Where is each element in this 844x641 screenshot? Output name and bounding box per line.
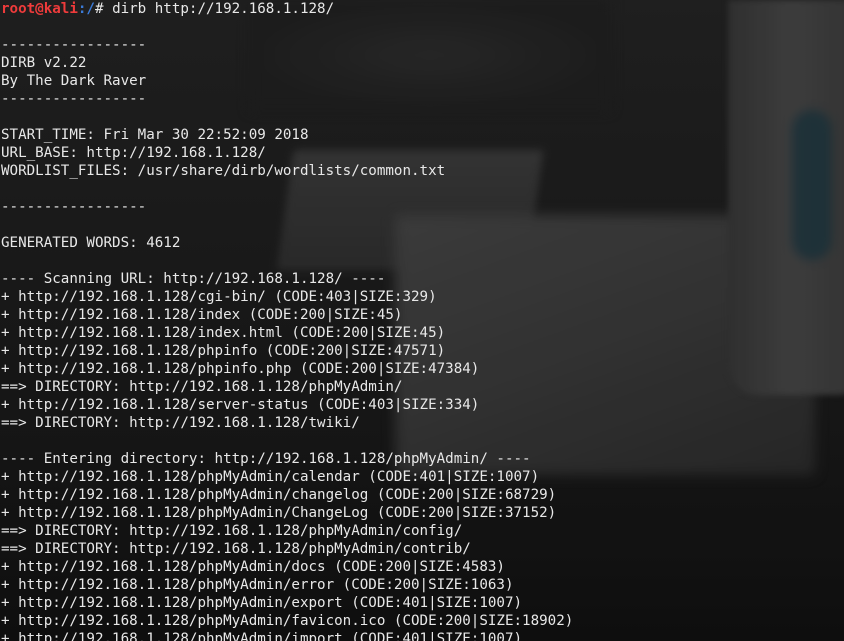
prompt-hash: # [94,1,113,17]
output-line: + http://192.168.1.128/index (CODE:200|S… [1,307,403,323]
output-line: ==> DIRECTORY: http://192.168.1.128/phpM… [1,379,403,395]
output-line: START_TIME: Fri Mar 30 22:52:09 2018 [1,127,309,143]
prompt-command: dirb http://192.168.1.128/ [112,1,335,17]
output-line: + http://192.168.1.128/phpMyAdmin/export… [1,595,523,611]
output-line: ----------------- [1,199,147,215]
output-line: URL_BASE: http://192.168.1.128/ [1,145,266,161]
output-line: + http://192.168.1.128/phpMyAdmin/import… [1,631,523,641]
output-line: ----------------- [1,91,147,107]
prompt-path: :/ [77,1,95,17]
output-line: ==> DIRECTORY: http://192.168.1.128/phpM… [1,523,463,539]
output-line: + http://192.168.1.128/phpMyAdmin/calend… [1,469,540,485]
output-line: + http://192.168.1.128/phpMyAdmin/error … [1,577,514,593]
output-line: + http://192.168.1.128/index.html (CODE:… [1,325,446,341]
output-line: + http://192.168.1.128/phpinfo.php (CODE… [1,361,480,377]
output-line: ---- Scanning URL: http://192.168.1.128/… [1,271,386,287]
output-line: + http://192.168.1.128/phpinfo (CODE:200… [1,343,446,359]
output-line: + http://192.168.1.128/phpMyAdmin/Change… [1,505,557,521]
output-line: + http://192.168.1.128/phpMyAdmin/favico… [1,613,574,629]
output-line: ---- Entering directory: http://192.168.… [1,451,531,467]
output-line: GENERATED WORDS: 4612 [1,235,181,251]
output-line: + http://192.168.1.128/server-status (CO… [1,397,480,413]
terminal-window[interactable]: root@kali:/# dirb http://192.168.1.128/ … [0,0,844,641]
output-line: ==> DIRECTORY: http://192.168.1.128/phpM… [1,541,471,557]
output-line: ----------------- [1,37,147,53]
prompt-user-host: root@kali [1,1,78,17]
output-line: ==> DIRECTORY: http://192.168.1.128/twik… [1,415,360,431]
output-line: + http://192.168.1.128/phpMyAdmin/docs (… [1,559,505,575]
output-line: DIRB v2.22 [1,55,87,71]
prompt-line: root@kali:/# dirb http://192.168.1.128/ [1,0,334,18]
output-line: By The Dark Raver [1,73,147,89]
output-line: + http://192.168.1.128/phpMyAdmin/change… [1,487,557,503]
output-line: + http://192.168.1.128/cgi-bin/ (CODE:40… [1,289,437,305]
output-line: WORDLIST_FILES: /usr/share/dirb/wordlist… [1,163,446,179]
